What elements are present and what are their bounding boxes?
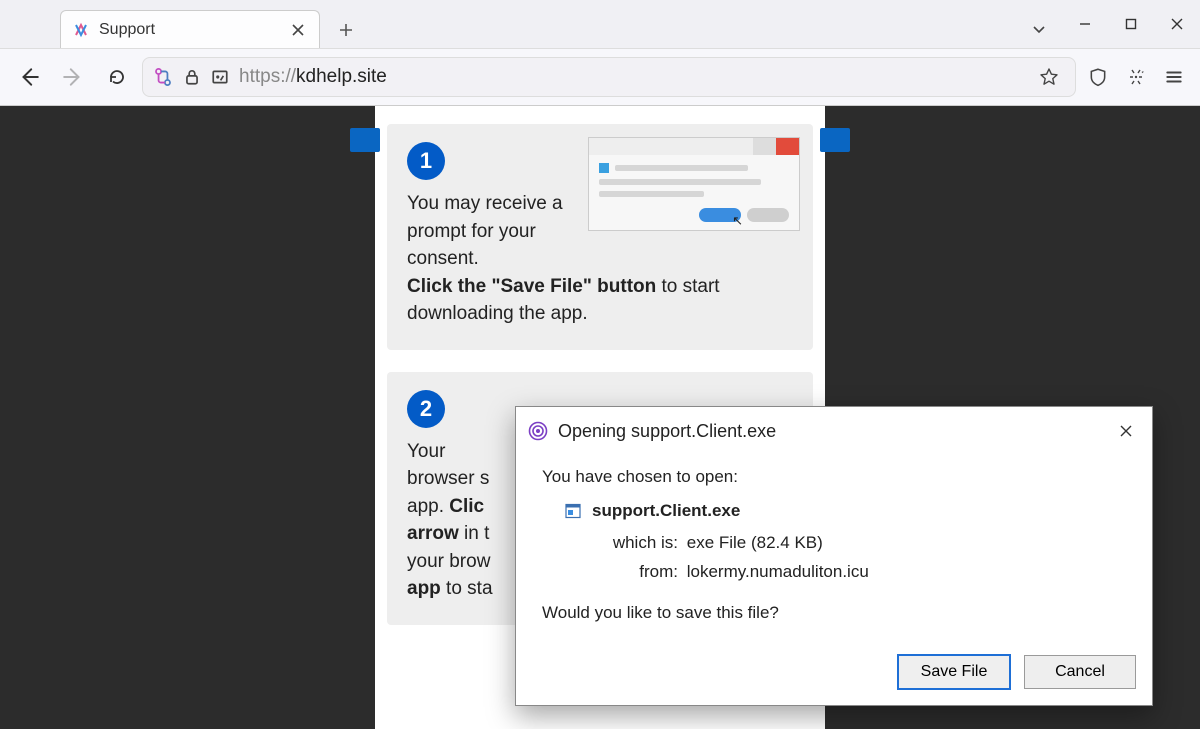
address-bar: https://kdhelp.site: [0, 48, 1200, 106]
dialog-file-row: support.Client.exe: [564, 501, 1126, 521]
step-number-badge: 1: [407, 142, 445, 180]
dialog-file-type: exe File (82.4 KB): [687, 533, 823, 552]
tab-title: Support: [99, 21, 279, 39]
nav-back-button[interactable]: [10, 58, 48, 96]
dialog-header: Opening support.Client.exe: [516, 407, 1152, 453]
file-icon: [564, 502, 582, 520]
browser-tab[interactable]: Support: [60, 10, 320, 48]
window-controls: [1062, 0, 1200, 48]
dialog-illustration: ↖: [589, 138, 799, 230]
dialog-file-source: lokermy.numaduliton.icu: [687, 562, 869, 581]
dialog-body: You have chosen to open: support.Client.…: [516, 453, 1152, 645]
save-file-button[interactable]: Save File: [898, 655, 1010, 689]
extensions-button[interactable]: [1120, 61, 1152, 93]
bookmark-star-button[interactable]: [1033, 61, 1065, 93]
cancel-button[interactable]: Cancel: [1024, 655, 1136, 689]
tab-favicon-icon: [73, 22, 89, 38]
app-menu-button[interactable]: [1158, 61, 1190, 93]
nav-forward-button[interactable]: [54, 58, 92, 96]
window-close-button[interactable]: [1154, 5, 1200, 43]
download-dialog: Opening support.Client.exe You have chos…: [515, 406, 1153, 706]
window-minimize-button[interactable]: [1062, 5, 1108, 43]
dialog-question: Would you like to save this file?: [542, 603, 1126, 623]
tab-list-dropdown[interactable]: [1016, 10, 1062, 48]
dialog-meta: which is: exe File (82.4 KB) from: loker…: [600, 529, 1126, 587]
tab-strip: Support: [0, 0, 1016, 48]
url-text: https://kdhelp.site: [239, 66, 1023, 88]
new-tab-button[interactable]: [328, 12, 364, 48]
dialog-chosen-label: You have chosen to open:: [542, 467, 1126, 487]
tab-close-button[interactable]: [289, 21, 307, 39]
dialog-close-button[interactable]: [1112, 417, 1140, 445]
tracking-protection-button[interactable]: [1082, 61, 1114, 93]
lock-icon[interactable]: [183, 68, 201, 86]
dialog-footer: Save File Cancel: [516, 645, 1152, 705]
page-viewport: 1 ↖: [0, 106, 1200, 729]
step-2-text: Your browser s app. Clic arrow in t your…: [407, 438, 502, 603]
app-icon: [528, 421, 548, 441]
step-card-1: 1 ↖: [387, 124, 813, 350]
url-input[interactable]: https://kdhelp.site: [142, 57, 1076, 97]
dialog-title: Opening support.Client.exe: [558, 421, 1102, 442]
permissions-icon[interactable]: [211, 68, 229, 86]
decorative-strip: [350, 128, 380, 152]
site-identity-icon[interactable]: [153, 67, 173, 87]
step-number-badge: 2: [407, 390, 445, 428]
nav-reload-button[interactable]: [98, 58, 136, 96]
dialog-file-name: support.Client.exe: [592, 501, 740, 521]
window-maximize-button[interactable]: [1108, 5, 1154, 43]
decorative-strip: [820, 128, 850, 152]
window-titlebar: Support: [0, 0, 1200, 48]
